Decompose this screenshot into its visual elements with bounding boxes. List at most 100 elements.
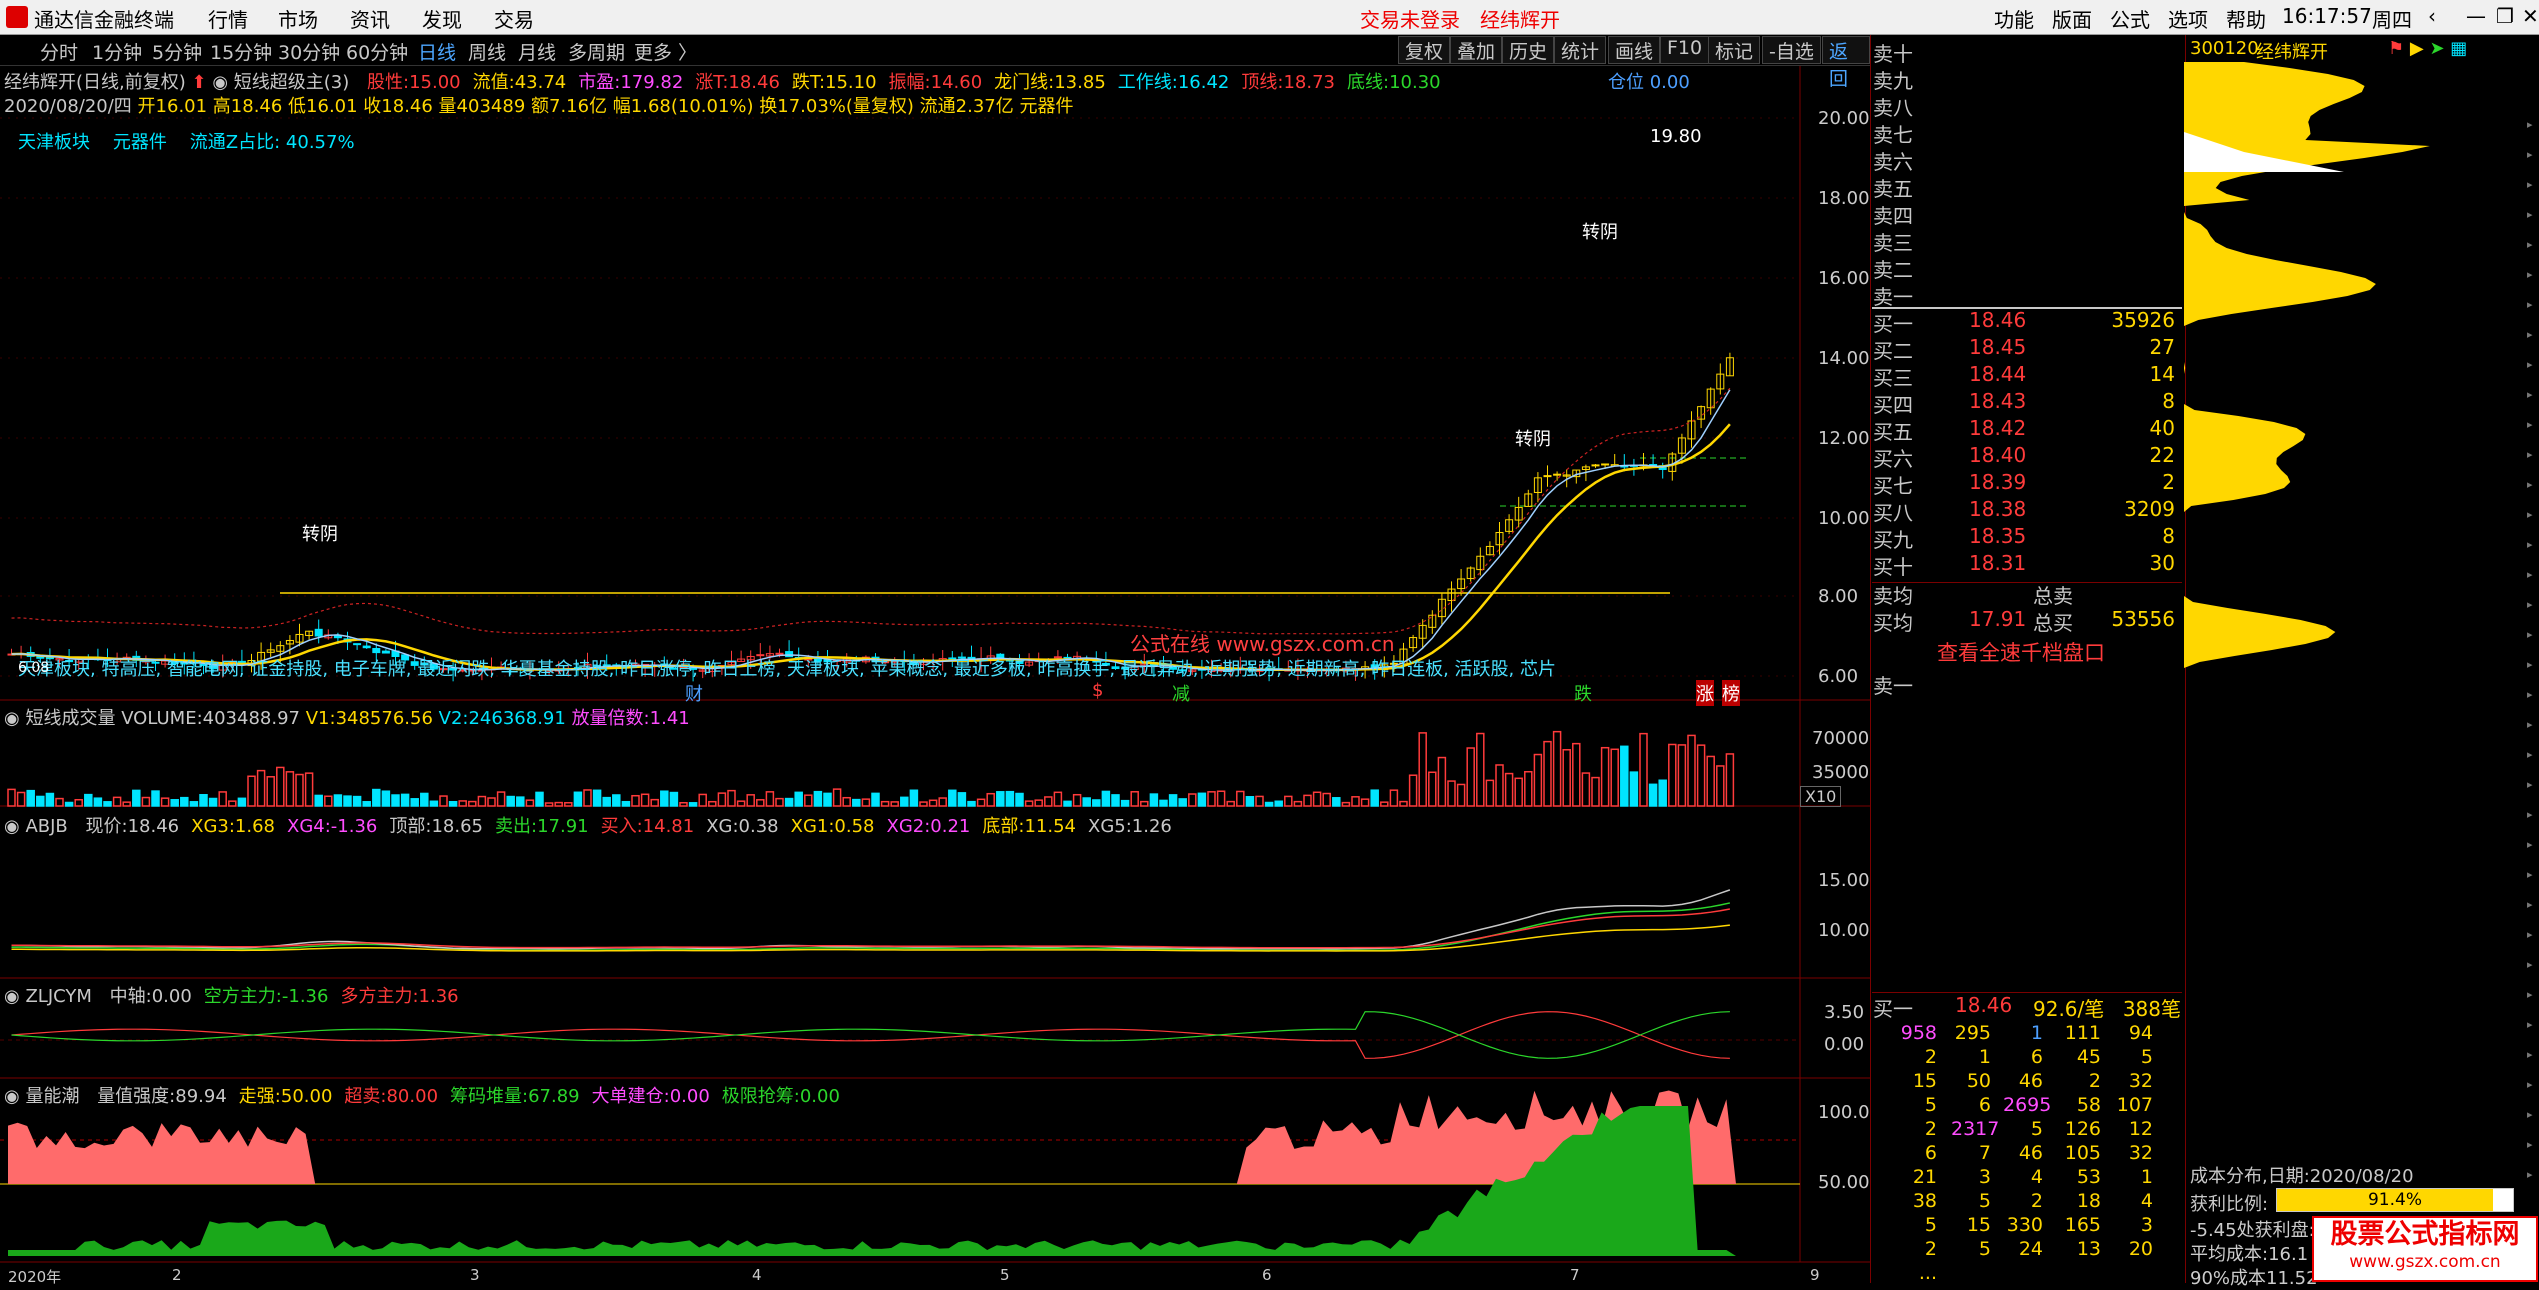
buy-level-row[interactable]: 买六 18.40 22 <box>1873 443 2183 471</box>
volume-bar <box>7 788 16 807</box>
volume-bars <box>7 730 1735 807</box>
arrow-icon[interactable]: ➤ <box>2429 38 2444 59</box>
queue-cell: 2695 <box>2003 1094 2052 1116</box>
volume-bar <box>1524 770 1533 807</box>
panel-dot-icon[interactable]: ◉ <box>4 708 20 729</box>
lnc-value-5: 0.00 <box>799 1086 840 1107</box>
volume-bar <box>1332 797 1341 807</box>
full-depth-link[interactable]: 查看全速千档盘口 <box>1873 637 2183 665</box>
volume-bar <box>1274 800 1283 807</box>
volume-bar <box>170 799 179 807</box>
queue-cell: 5 <box>2140 1046 2153 1068</box>
event-marker-dividend[interactable]: $ <box>1092 680 1103 701</box>
sell-level-label: 卖二 <box>1873 258 1913 282</box>
flag-icon[interactable]: ⚑ <box>2388 38 2404 59</box>
buy-level-row[interactable]: 买十 18.31 30 <box>1873 551 2183 579</box>
queue-cell: 3 <box>2140 1214 2153 1236</box>
volume-bar <box>1120 799 1130 807</box>
volume-bar <box>861 798 871 807</box>
volume-bar <box>256 769 266 807</box>
abjb-label-0: 现价: <box>85 816 128 837</box>
side-icon-strip[interactable]: ▸ ▸ ▸ ▸ ▸ ▸ ▸ ▸ ▸ ▸ ▸ ▸ ▸ ▸ ▸ ▸ ▸ ▸ ▸ ▸ ▸ ▸ ▸ ▸ ▸ ▸ ▸ ▸ ▸ ▸ ▸ ▸ ▸ ▸ ▸ ▸ <box>2527 110 2539 1210</box>
volume-bar <box>612 794 621 807</box>
buy-level-row[interactable]: 买五 18.42 40 <box>1873 416 2183 444</box>
abjb-label-4: 卖出: <box>494 816 538 837</box>
event-marker-reduce[interactable]: 减 <box>1172 680 1190 706</box>
lnc-value-2: 80.00 <box>386 1086 439 1107</box>
volume-bar <box>506 795 515 807</box>
sell-level-row[interactable]: 卖三 <box>1873 227 2183 255</box>
sell-level-row[interactable]: 卖四 <box>1873 200 2183 228</box>
volume-axis-70000: 70000 <box>1812 728 1870 749</box>
chip-avg-cost: 平均成本:16.1 <box>2190 1244 2309 1265</box>
chip-toolbar-icons[interactable]: ⚑ ▶ ➤ ▦ <box>2388 38 2467 59</box>
buy-level-label: 买三 <box>1873 366 1913 390</box>
sell-level-row[interactable]: 卖二 <box>1873 254 2183 282</box>
sell-level-row[interactable]: 卖一 <box>1873 281 2183 309</box>
total-buy-label: 总买 <box>2033 611 2073 635</box>
abjb-label-2: XG4: <box>287 816 331 837</box>
volume-bar <box>592 789 602 807</box>
volume-bar <box>976 798 986 807</box>
volume-bar <box>621 800 631 807</box>
volume-bar <box>1159 799 1168 807</box>
abjb-value-1: 1.68 <box>234 816 275 837</box>
volume-bar <box>1293 800 1303 807</box>
buy-level-price: 18.44 <box>1969 362 2027 386</box>
price-axis-label: 18.00 <box>1818 188 1870 209</box>
panel-dot-icon[interactable]: ◉ <box>4 986 20 1007</box>
sell-level-row[interactable]: 卖七 <box>1873 119 2183 147</box>
buy-level-row[interactable]: 买八 18.38 3209 <box>1873 497 2183 525</box>
play-icon[interactable]: ▶ <box>2410 38 2424 59</box>
buy-level-row[interactable]: 买九 18.35 8 <box>1873 524 2183 552</box>
sell-level-row[interactable]: 卖五 <box>1873 173 2183 201</box>
volume-bar <box>1600 746 1610 807</box>
panel-dot-icon[interactable]: ◉ <box>4 816 20 837</box>
volume-bar <box>717 792 727 807</box>
volume-bar <box>1495 764 1504 807</box>
event-marker-board[interactable]: 榜 <box>1722 680 1740 706</box>
buy-level-row[interactable]: 买二 18.45 27 <box>1873 335 2183 363</box>
buy-level-row[interactable]: 买七 18.39 2 <box>1873 470 2183 498</box>
lnc-label-4: 大单建仓: <box>591 1086 670 1107</box>
price-axis-label: 6.00 <box>1818 666 1859 687</box>
volume-bar <box>1351 796 1360 807</box>
queue-cell: 38 <box>1912 1190 1937 1212</box>
queue-cell: 53 <box>2076 1166 2101 1188</box>
event-marker-fall[interactable]: 跌 <box>1574 680 1592 706</box>
buy-level-row[interactable]: 买一 18.46 35926 <box>1873 308 2183 336</box>
sell1-queue-row: 卖一 <box>1873 674 1913 698</box>
abjb-value-6: 0.38 <box>738 816 779 837</box>
volume-bar <box>410 798 419 807</box>
abjb-line-green <box>11 902 1731 951</box>
panel-dot-icon[interactable]: ◉ <box>4 1086 20 1107</box>
buy-level-row[interactable]: 买三 18.44 14 <box>1873 362 2183 390</box>
grid-icon[interactable]: ▦ <box>2450 38 2467 59</box>
volume-bar <box>1092 799 1101 807</box>
volume-bar <box>1562 749 1571 807</box>
sell-level-row[interactable]: 卖十 <box>1873 38 2183 66</box>
queue-cell: 4 <box>2030 1166 2043 1188</box>
buy-level-vol: 3209 <box>2124 497 2175 521</box>
buy-level-price: 18.40 <box>1969 443 2027 467</box>
volume-bar <box>45 792 55 807</box>
buy-level-row[interactable]: 买四 18.43 8 <box>1873 389 2183 417</box>
sell-level-label: 卖五 <box>1873 177 1913 201</box>
sell-level-row[interactable]: 卖六 <box>1873 146 2183 174</box>
sell-level-row[interactable]: 卖八 <box>1873 92 2183 120</box>
event-marker-rise[interactable]: 涨 <box>1696 680 1714 706</box>
buy-level-price: 18.35 <box>1969 524 2027 548</box>
volume-bar <box>1245 796 1255 807</box>
volume-bar <box>1648 783 1658 807</box>
volume-bar <box>660 790 669 807</box>
volume-bar <box>1034 799 1043 807</box>
volume-bar <box>698 793 707 807</box>
sell-level-row[interactable]: 卖九 <box>1873 65 2183 93</box>
volume-bar <box>1620 745 1629 807</box>
price-axis-label: 20.00 <box>1818 108 1870 129</box>
event-marker-finance[interactable]: 财 <box>685 680 703 706</box>
queue-cell: 1 <box>1978 1046 1991 1068</box>
queue-cell: 1 <box>2030 1022 2043 1044</box>
queue-cell: 50 <box>1966 1070 1991 1092</box>
avg-buy-label: 买均 <box>1873 611 1913 635</box>
